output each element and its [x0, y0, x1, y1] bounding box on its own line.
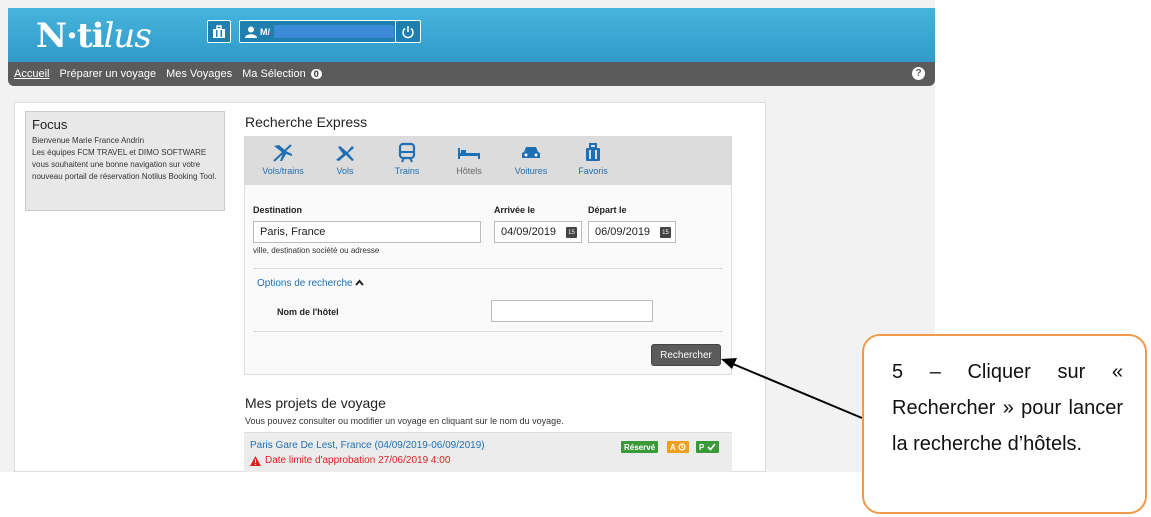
tab-voitures-label: Voitures	[514, 166, 548, 176]
tab-voitures[interactable]: Voitures	[500, 136, 562, 185]
suitcase-icon	[586, 143, 600, 161]
hotel-name-label: Nom de l'hôtel	[277, 307, 339, 317]
focus-title: Focus	[32, 117, 68, 132]
plane-icon	[336, 146, 354, 161]
notilus-logo[interactable]: N·tilus	[36, 16, 152, 56]
nav-preparer-voyage[interactable]: Préparer un voyage	[59, 68, 156, 80]
plane-train-icon	[273, 144, 292, 162]
search-options-label: Options de recherche	[257, 278, 353, 289]
suitcase-icon	[213, 24, 225, 38]
user-initials: M/	[260, 26, 270, 37]
tab-favoris-label: Favoris	[578, 166, 608, 176]
train-icon	[398, 142, 416, 163]
tab-vols-trains-label: Vols/trains	[262, 166, 304, 176]
divider	[253, 268, 723, 269]
tab-vols-label: Vols	[336, 166, 354, 176]
focus-panel: Focus Bienvenue Marie France Andrin Les …	[25, 111, 225, 211]
tab-hotels-label: Hôtels	[456, 166, 482, 176]
car-icon	[522, 147, 540, 158]
status-badge-policy: P	[696, 441, 719, 453]
chevron-up-icon	[355, 279, 365, 286]
tab-trains-label: Trains	[394, 166, 420, 176]
logout-button[interactable]	[395, 20, 421, 43]
focus-welcome: Bienvenue Marie France Andrin	[32, 136, 145, 145]
projects-title: Mes projets de voyage	[245, 395, 386, 411]
suitcase-button[interactable]	[207, 20, 231, 43]
rechercher-button[interactable]: Rechercher	[651, 344, 721, 366]
nav-ma-selection-label: Ma Sélection	[242, 68, 306, 80]
app-screenshot: N·tilus M/ Accueil Préparer un voyage Me…	[0, 0, 935, 472]
tab-hotels[interactable]: Hôtels	[438, 136, 500, 185]
projects-subtitle: Vous pouvez consulter ou modifier un voy…	[245, 416, 564, 426]
nav-ma-selection[interactable]: Ma Sélection 0	[242, 68, 322, 80]
approval-deadline-text: Date limite d'approbation 27/06/2019 4:0…	[265, 455, 451, 466]
help-icon[interactable]: ?	[912, 67, 925, 80]
selection-count-badge: 0	[310, 69, 322, 79]
project-link[interactable]: Paris Gare De Lest, France (04/09/2019-0…	[250, 440, 485, 451]
search-form: Destination Paris, France ville, destina…	[244, 185, 732, 375]
clock-icon	[678, 443, 686, 451]
destination-label: Destination	[253, 205, 303, 215]
status-badge-approval-label: A	[670, 442, 676, 452]
focus-message: Les équipes FCM TRAVEL et DIMO SOFTWARE …	[32, 148, 217, 181]
bed-icon	[458, 148, 480, 159]
status-badge-policy-label: P	[699, 442, 705, 452]
tab-vols-trains[interactable]: Vols/trains	[252, 136, 314, 185]
tutorial-callout: 5 – Cliquer sur « Rechercher » pour lanc…	[862, 334, 1147, 514]
calendar-icon[interactable]: 15	[660, 227, 671, 238]
user-icon	[245, 26, 257, 38]
approval-deadline: Date limite d'approbation 27/06/2019 4:0…	[250, 455, 450, 466]
nav-mes-voyages[interactable]: Mes Voyages	[166, 68, 232, 80]
main-nav: Accueil Préparer un voyage Mes Voyages M…	[8, 62, 935, 86]
destination-hint: ville, destination société ou adresse	[253, 246, 380, 255]
status-badge-approval: A	[667, 441, 690, 453]
divider	[253, 331, 723, 332]
destination-input[interactable]: Paris, France	[253, 221, 481, 243]
search-options-toggle[interactable]: Options de recherche	[257, 278, 365, 289]
power-icon	[402, 25, 414, 38]
departure-label: Départ le	[588, 205, 627, 215]
arrival-date-value: 04/09/2019	[501, 226, 557, 238]
search-tabs: Vols/trains Vols Trains Hôtels Voitures …	[244, 136, 732, 185]
arrival-label: Arrivée le	[494, 205, 536, 215]
departure-date-value: 06/09/2019	[595, 226, 651, 238]
user-name-redacted	[274, 25, 394, 38]
tab-vols[interactable]: Vols	[314, 136, 376, 185]
user-menu[interactable]: M/	[239, 20, 397, 43]
main-content: Focus Bienvenue Marie France Andrin Les …	[14, 102, 766, 472]
header-bar: N·tilus M/	[8, 8, 935, 68]
calendar-icon[interactable]: 15	[566, 227, 577, 238]
status-badge-reserved: Réservé	[621, 441, 659, 453]
tab-favoris[interactable]: Favoris	[562, 136, 624, 185]
nav-accueil[interactable]: Accueil	[14, 68, 49, 80]
hotel-name-input[interactable]	[491, 300, 653, 322]
project-row: Paris Gare De Lest, France (04/09/2019-0…	[244, 432, 732, 472]
search-title: Recherche Express	[245, 114, 368, 130]
tab-trains[interactable]: Trains	[376, 136, 438, 185]
warning-icon	[250, 455, 261, 466]
check-icon	[707, 443, 716, 451]
